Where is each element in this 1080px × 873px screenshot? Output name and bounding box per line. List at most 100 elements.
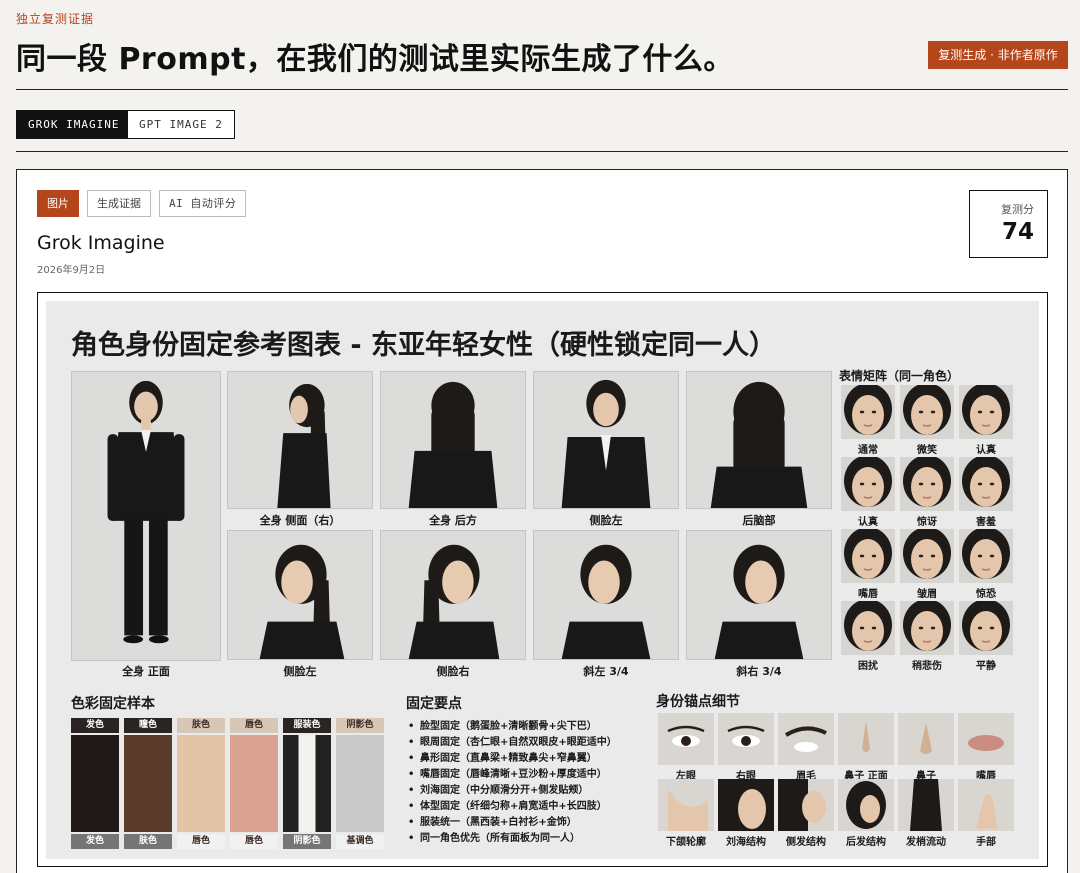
key-point-item: 鼻形固定（直鼻梁+精致鼻尖+窄鼻翼） [408,751,617,767]
photo-three-quarter-right [686,530,832,660]
swatch-bottom-label: 发色 [71,834,119,849]
score-label: 复测分 [1001,203,1034,216]
swatch-color-fill [336,735,384,832]
key-points-title: 固定要点 [406,696,462,712]
caption-view-6: 侧脸右 [436,665,470,678]
caption-view-7: 斜左 3/4 [583,665,629,678]
key-point-item: 服装统一（黑西装+白衬衫+金饰） [408,815,617,831]
photo-profile-left-top [533,371,679,509]
swatch-top-label: 瞳色 [124,718,172,733]
detail-section-title: 身份锚点细节 [656,694,740,710]
detail-thumbnail [898,713,954,765]
expression-label: 微笑 [917,445,937,456]
caption-view-3: 侧脸左 [589,514,623,527]
key-point-item: 体型固定（纤细匀称+肩宽适中+长四肢） [408,799,617,815]
expression-face [900,529,954,583]
tab-gpt-image-2[interactable]: GPT IMAGE 2 [127,110,235,139]
score-value: 74 [1001,219,1034,245]
photo-full-back [380,371,526,509]
detail-thumbnail [838,779,894,831]
color-swatch: 服装色 阴影色 [283,718,331,849]
sheet-title: 角色身份固定参考图表 - 东亚年轻女性（硬性锁定同一人） [71,330,777,361]
expression-face [841,529,895,583]
expression-title: 表情矩阵（同一角色） [839,369,960,383]
chip-generation-evidence[interactable]: 生成证据 [87,190,151,217]
divider-tabs [16,151,1068,152]
caption-view-5: 侧脸左 [283,665,317,678]
retest-badge: 复测生成 · 非作者原作 [928,41,1068,69]
expression-face [841,601,895,655]
swatch-bottom-label: 基调色 [336,834,384,849]
detail-thumbnail [718,713,774,765]
color-section-title: 色彩固定样本 [71,696,155,712]
caption-view-2: 全身 后方 [429,514,477,527]
detail-label: 发梢流动 [906,837,946,848]
photo-profile-right [380,530,526,660]
caption-view-1: 全身 侧面（右） [259,514,341,527]
expression-face [959,601,1013,655]
full-body-figure-front [107,380,185,644]
swatch-top-label: 唇色 [230,718,278,733]
swatch-top-label: 服装色 [283,718,331,733]
caption-view-4: 后脑部 [742,514,776,527]
photo-back-head [686,371,832,509]
result-card: 图片 生成证据 AI 自动评分 Grok Imagine 2026年9月2日 复… [16,169,1068,873]
swatch-bottom-label: 肤色 [124,834,172,849]
detail-label: 刘海结构 [726,837,766,848]
color-swatch: 肤色 唇色 [177,718,225,849]
detail-thumbnail [658,779,714,831]
expression-face [841,385,895,439]
expression-label: 困扰 [858,661,878,672]
swatch-bottom-label: 唇色 [230,834,278,849]
caption-full-front: 全身 正面 [122,665,170,678]
swatch-color-fill [124,735,172,832]
color-swatch: 阴影色 基调色 [336,718,384,849]
photo-profile-left [227,530,373,660]
expression-label: 平静 [976,661,996,672]
expression-face [959,457,1013,511]
chip-image[interactable]: 图片 [37,190,79,217]
detail-thumbnail [778,713,834,765]
expression-face [841,457,895,511]
expression-face [900,385,954,439]
detail-label: 手部 [976,837,996,848]
color-swatch: 发色 发色 [71,718,119,849]
character-reference-sheet: 角色身份固定参考图表 - 东亚年轻女性（硬性锁定同一人） 全身 正面 全身 侧面… [46,301,1039,859]
key-point-item: 同一角色优先（所有面板为同一人） [408,831,617,847]
generated-image-frame[interactable]: 角色身份固定参考图表 - 东亚年轻女性（硬性锁定同一人） 全身 正面 全身 侧面… [37,292,1048,867]
expression-label: 认真 [976,445,996,456]
detail-thumbnail [778,779,834,831]
expression-face [959,385,1013,439]
swatch-color-fill [177,735,225,832]
tab-grok-imagine[interactable]: GROK IMAGINE [16,110,132,139]
detail-thumbnail [658,713,714,765]
expression-label: 通常 [858,445,878,456]
swatch-top-label: 发色 [71,718,119,733]
chip-ai-scoring[interactable]: AI 自动评分 [159,190,247,217]
expression-label: 认真 [858,517,878,528]
swatch-color-fill [71,735,119,832]
detail-label: 下颌轮廓 [666,837,706,848]
color-swatch: 唇色 唇色 [230,718,278,849]
kicker: 独立复测证据 [16,12,95,26]
key-point-item: 嘴唇固定（唇峰清晰+豆沙粉+厚度适中） [408,767,617,783]
detail-label: 后发结构 [846,837,886,848]
swatch-color-fill [230,735,278,832]
page-title: 同一段 Prompt，在我们的测试里实际生成了什么。 [16,42,734,77]
expression-label: 皱眉 [917,589,937,600]
expression-face [959,529,1013,583]
key-point-item: 刘海固定（中分顺滑分开+侧发贴颊） [408,783,617,799]
detail-thumbnail [958,713,1014,765]
color-swatch: 瞳色 肤色 [124,718,172,849]
swatch-color-fill [283,735,331,832]
detail-thumbnail [718,779,774,831]
swatch-bottom-label: 唇色 [177,834,225,849]
key-point-item: 脸型固定（鹅蛋脸+清晰颧骨+尖下巴） [408,719,617,735]
detail-label: 侧发结构 [786,837,826,848]
detail-thumbnail [838,713,894,765]
key-points-list: 脸型固定（鹅蛋脸+清晰颧骨+尖下巴）眼周固定（杏仁眼+自然双眼皮+眼距适中）鼻形… [408,719,617,847]
expression-label: 害羞 [976,517,996,528]
swatch-top-label: 肤色 [177,718,225,733]
key-point-item: 眼周固定（杏仁眼+自然双眼皮+眼距适中） [408,735,617,751]
photo-full-front [71,371,221,661]
